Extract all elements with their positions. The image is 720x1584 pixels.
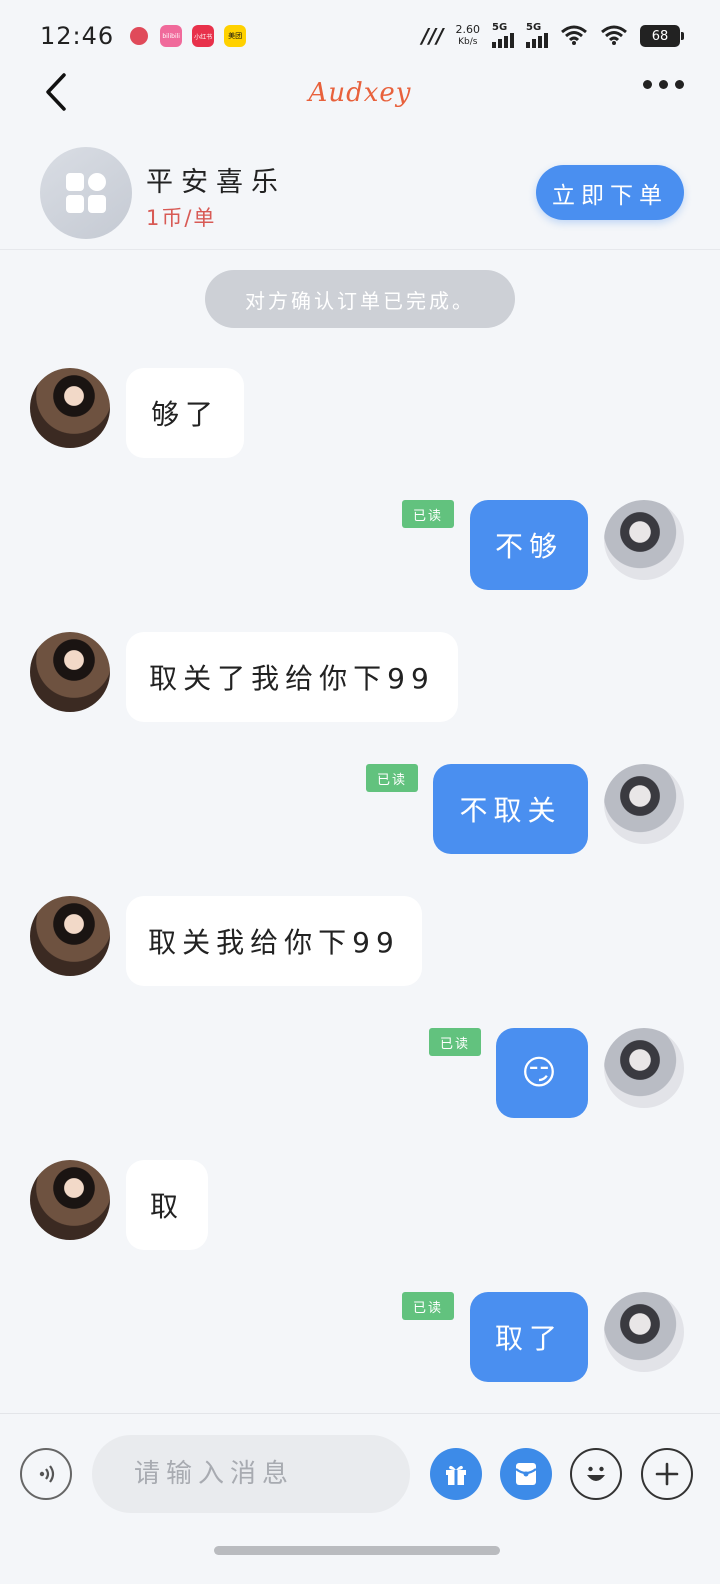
my-avatar[interactable] [604, 764, 684, 844]
home-indicator[interactable] [214, 1546, 500, 1555]
read-receipt-badge: 已读 [366, 764, 418, 792]
message-row: 取关我给你下99 [0, 896, 720, 988]
more-actions-button[interactable] [641, 1448, 693, 1500]
cellular-signal-icon: 5G [492, 22, 514, 48]
smiley-icon [587, 1466, 605, 1481]
service-thumbnail [40, 147, 132, 239]
order-now-button[interactable]: 立即下单 [536, 165, 684, 220]
dot-icon [643, 80, 652, 89]
contact-name-title: Audxey [308, 78, 412, 108]
meituan-icon: 美团 [224, 25, 247, 47]
bilibili-icon: bilibili [160, 25, 183, 47]
plus-icon [655, 1462, 679, 1486]
dot-icon [659, 80, 668, 89]
read-receipt-badge: 已读 [429, 1028, 481, 1056]
incoming-message-bubble[interactable]: 够了 [126, 368, 244, 458]
incoming-message-bubble[interactable]: 取 [126, 1160, 208, 1250]
read-receipt-badge: 已读 [402, 500, 454, 528]
wifi-icon-2 [600, 24, 628, 49]
my-avatar[interactable] [604, 1028, 684, 1108]
contact-avatar[interactable] [30, 368, 110, 448]
message-row: 够了 [0, 368, 720, 460]
outgoing-message-bubble[interactable]: 不取关 [433, 764, 588, 854]
gift-icon [446, 1465, 466, 1485]
voice-input-button[interactable] [20, 1448, 72, 1500]
battery-icon: 68 [640, 25, 684, 47]
message-row: 已读 😏 [0, 1028, 720, 1120]
read-receipt-badge: 已读 [402, 1292, 454, 1320]
notification-icons: bilibili 小红书 美团 [128, 25, 247, 47]
status-indicators: /// 2.60 Kb/s 5G 5G 68 [421, 22, 684, 49]
wifi-icon [560, 24, 588, 49]
dot-icon [675, 80, 684, 89]
message-input[interactable] [92, 1435, 410, 1513]
red-packet-icon [515, 1463, 537, 1485]
message-row: 已读 不够 [0, 500, 720, 592]
incoming-message-bubble[interactable]: 取关我给你下99 [126, 896, 422, 986]
message-row: 取关了我给你下99 [0, 632, 720, 724]
network-speed: 2.60 Kb/s [455, 23, 481, 48]
nfc-icon: /// [421, 24, 444, 48]
order-card: 平安喜乐 1币/单 立即下单 [0, 140, 720, 250]
my-avatar[interactable] [604, 500, 684, 580]
voice-icon [39, 1465, 55, 1483]
emoji-button[interactable] [570, 1448, 622, 1500]
apps-grid-icon [66, 173, 106, 213]
message-row: 取 [0, 1160, 720, 1252]
system-notice: 对方确认订单已完成。 [205, 270, 515, 328]
xiaohongshu-icon: 小红书 [192, 25, 215, 47]
message-row: 已读 取了 [0, 1292, 720, 1384]
contact-avatar[interactable] [30, 632, 110, 712]
service-name: 平安喜乐 [146, 167, 286, 198]
my-avatar[interactable] [604, 1292, 684, 1372]
more-options-button[interactable] [643, 80, 684, 89]
cellular-signal-icon-2: 5G [526, 22, 548, 48]
outgoing-message-bubble[interactable]: 取了 [470, 1292, 588, 1382]
gift-button[interactable] [430, 1448, 482, 1500]
outgoing-emoji-bubble[interactable]: 😏 [496, 1028, 588, 1118]
app-notification-icon [128, 25, 150, 47]
message-row: 已读 不取关 [0, 764, 720, 856]
chat-header: Audxey [0, 72, 720, 136]
status-time: 12:46 [40, 22, 115, 50]
message-input-bar [0, 1413, 720, 1538]
red-packet-button[interactable] [500, 1448, 552, 1500]
status-bar: 12:46 bilibili 小红书 美团 /// 2.60 Kb/s 5G 5… [0, 0, 720, 72]
service-price: 1币/单 [146, 206, 217, 230]
contact-avatar[interactable] [30, 896, 110, 976]
incoming-message-bubble[interactable]: 取关了我给你下99 [126, 632, 458, 722]
contact-avatar[interactable] [30, 1160, 110, 1240]
outgoing-message-bubble[interactable]: 不够 [470, 500, 588, 590]
